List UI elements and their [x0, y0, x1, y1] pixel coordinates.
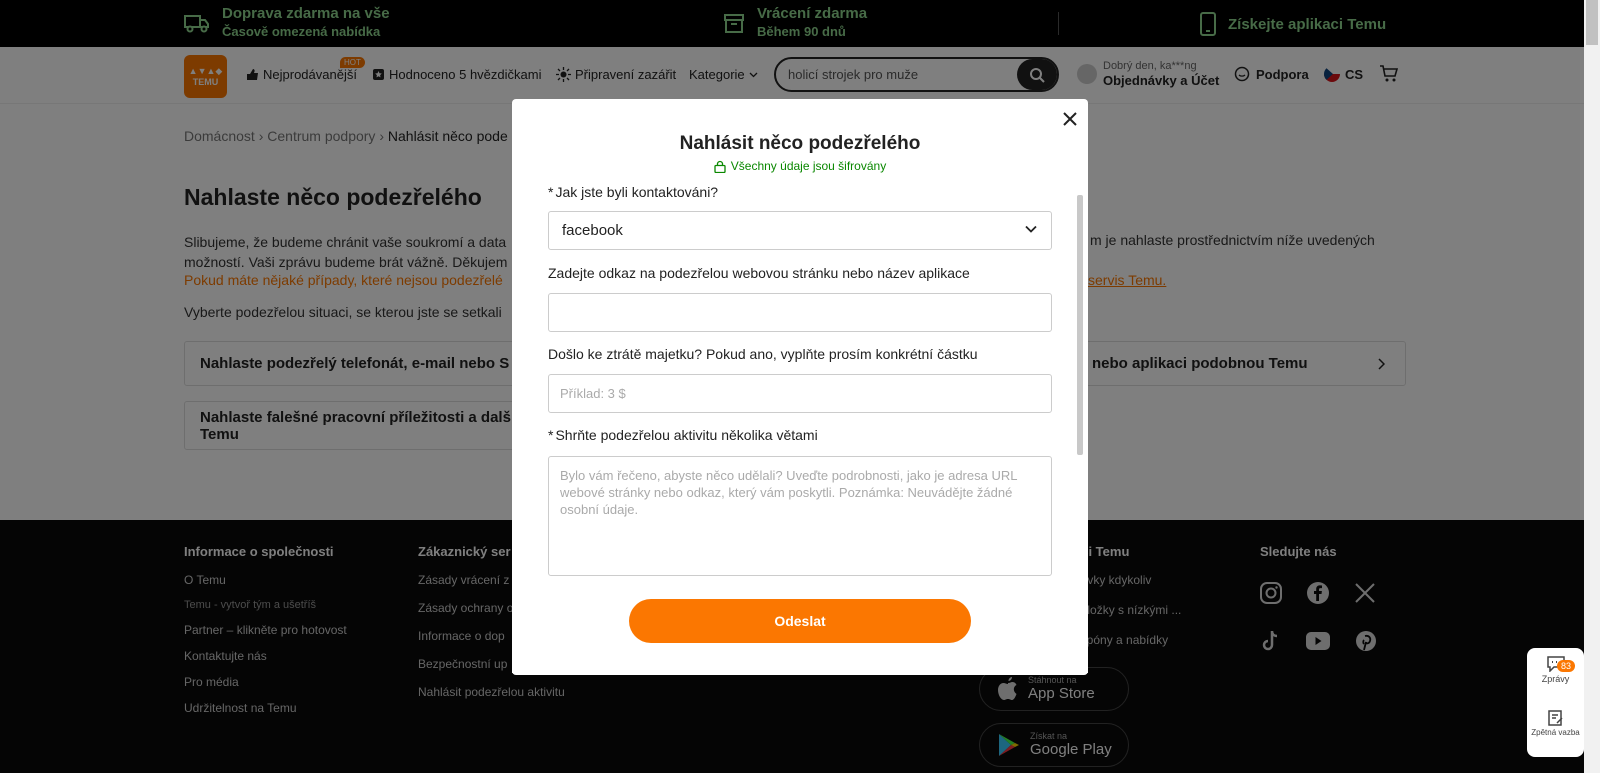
- report-suspicious-modal: Nahlásit něco podezřelého Všechny údaje …: [512, 99, 1088, 675]
- property-loss-label: Došlo ke ztrátě majetku? Pokud ano, vypl…: [548, 346, 978, 362]
- feedback-label: Zpětná vazba: [1531, 728, 1580, 737]
- contact-method-label: * Jak jste byli kontaktováni?: [548, 184, 718, 200]
- summary-label: * Shrňte podezřelou aktivitu několika vět…: [548, 427, 818, 443]
- page-scrollbar[interactable]: [1584, 0, 1600, 773]
- feedback-icon: [1547, 710, 1563, 726]
- lock-icon: [714, 160, 726, 173]
- summary-textarea[interactable]: [548, 456, 1052, 576]
- messages-label: Zprávy: [1541, 674, 1570, 684]
- submit-button[interactable]: Odeslat: [629, 599, 971, 643]
- page-scrollbar-thumb[interactable]: [1586, 0, 1598, 45]
- modal-title: Nahlásit něco podezřelého: [679, 133, 921, 154]
- contact-method-select[interactable]: facebook: [548, 211, 1052, 250]
- suspicious-link-input[interactable]: [548, 293, 1052, 332]
- modal-scrollbar[interactable]: [1077, 189, 1083, 575]
- chevron-down-icon: [1025, 225, 1037, 233]
- close-button[interactable]: [1060, 109, 1080, 129]
- summary-text: Shrňte podezřelou aktivitu několika věta…: [555, 427, 818, 443]
- side-widget: 83 Zprávy Zpětná vazba: [1527, 648, 1584, 757]
- suspicious-link-label: Zadejte odkaz na podezřelou webovou strá…: [548, 265, 970, 281]
- encryption-label: Všechny údaje jsou šifrovány: [730, 159, 887, 173]
- contact-method-value: facebook: [562, 222, 623, 239]
- loss-amount-input[interactable]: [548, 374, 1052, 413]
- close-icon: [1063, 112, 1077, 126]
- contact-method-text: Jak jste byli kontaktováni?: [555, 184, 719, 200]
- encryption-note: Všechny údaje jsou šifrovány: [512, 159, 1088, 173]
- messages-badge: 83: [1557, 660, 1576, 672]
- messages-button[interactable]: 83 Zprávy: [1527, 656, 1584, 684]
- feedback-button[interactable]: Zpětná vazba: [1527, 710, 1584, 737]
- modal-scrollbar-thumb[interactable]: [1077, 195, 1083, 455]
- required-mark: *: [548, 184, 554, 200]
- required-mark: *: [548, 427, 554, 443]
